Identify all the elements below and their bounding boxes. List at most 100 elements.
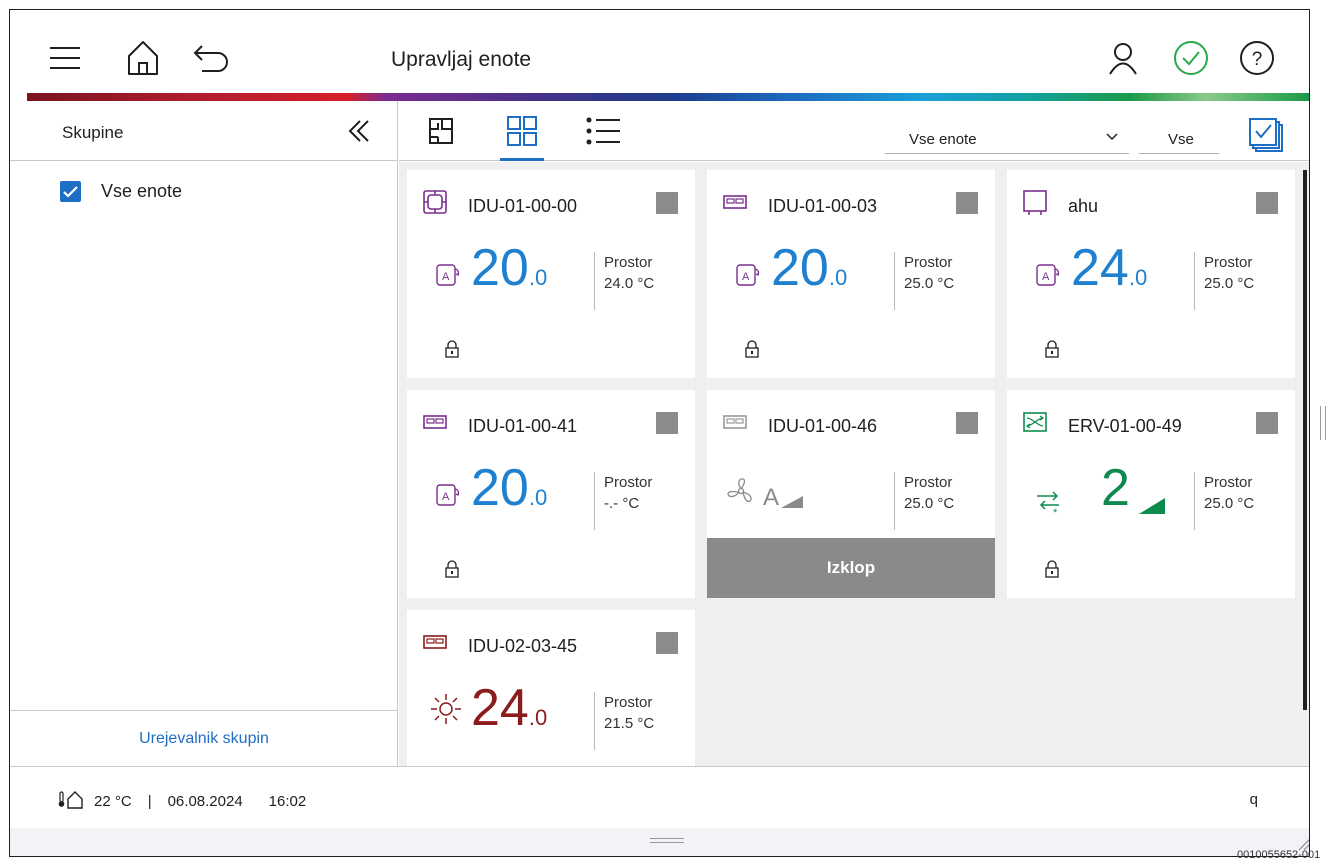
setpoint-decimal: .0 — [828, 265, 848, 290]
unit-card[interactable]: IDU-01-00-00 A 20 .0 Prostor 24.0 °C — [407, 170, 695, 378]
setpoint-display[interactable]: 20 .0 — [771, 238, 847, 298]
date: 06.08.2024 — [167, 792, 243, 810]
groups-sidebar: Skupine Vse enote Urejevalnik skupin — [10, 101, 398, 766]
app-header: Upravljaj enote ? — [10, 10, 1309, 101]
auto-mode-icon: A — [735, 262, 761, 288]
help-icon[interactable]: ? — [1237, 38, 1277, 78]
floorplan-view-icon[interactable] — [419, 111, 463, 151]
secondary-filter-select[interactable]: Vse — [1139, 121, 1219, 154]
room-temperature: Prostor 25.0 °C — [894, 252, 954, 310]
wall-unit-icon — [723, 190, 747, 214]
unit-card[interactable]: IDU-02-03-45 24 .0 Prostor 21.5 °C — [407, 610, 695, 766]
setpoint-value: 20 — [471, 459, 529, 517]
unit-select-box[interactable] — [656, 412, 678, 434]
setpoint-display[interactable]: 24 .0 — [471, 678, 547, 738]
menu-icon[interactable] — [45, 38, 85, 78]
setpoint-decimal: .0 — [528, 265, 548, 290]
unit-filter-select[interactable]: Vse enote — [885, 121, 1129, 154]
lock-icon — [1045, 340, 1059, 358]
unit-card[interactable]: ERV-01-00-49 * 2 Prostor 25.0 °C — [1007, 390, 1295, 598]
unit-name: IDU-02-03-45 — [468, 636, 578, 656]
room-temp-value: 24.0 °C — [604, 275, 655, 292]
drag-handle[interactable] — [650, 838, 684, 843]
auto-mode-icon: A — [435, 482, 461, 508]
unit-name: IDU-01-00-03 — [768, 196, 878, 216]
sidebar-title: Skupine — [62, 123, 124, 142]
setpoint-decimal: .0 — [528, 485, 548, 510]
back-icon[interactable] — [192, 38, 232, 78]
svg-text:*: * — [1053, 507, 1058, 516]
heat-mode-icon — [429, 692, 463, 731]
room-label: Prostor — [604, 694, 653, 711]
off-button[interactable]: Izklop — [707, 538, 995, 598]
svg-text:A: A — [1042, 271, 1050, 283]
fan-icon — [725, 476, 757, 511]
group-editor-link[interactable]: Urejevalnik skupin — [139, 730, 269, 748]
setpoint-display[interactable]: 20 .0 — [471, 458, 547, 518]
multi-select-icon[interactable] — [1247, 115, 1289, 157]
room-temperature: Prostor 25.0 °C — [894, 472, 954, 530]
group-item-all-units[interactable]: Vse enote — [60, 181, 182, 202]
room-temp-value: 25.0 °C — [1204, 275, 1255, 292]
unit-filter-value: Vse enote — [909, 131, 977, 148]
unit-select-box[interactable] — [656, 632, 678, 654]
room-label: Prostor — [604, 474, 653, 491]
wall-unit-icon — [423, 630, 447, 654]
status-info: 22 °C | 06.08.2024 16:02 — [58, 789, 306, 813]
setpoint-display[interactable]: 24 .0 — [1071, 238, 1147, 298]
unit-card[interactable]: IDU-01-00-46 A Prostor 25.0 °C Izklop — [707, 390, 995, 598]
room-label: Prostor — [904, 254, 953, 271]
list-view-icon[interactable] — [581, 111, 625, 151]
unit-select-box[interactable] — [1256, 412, 1278, 434]
grid-view-icon[interactable] — [500, 111, 544, 161]
unit-grid: IDU-01-00-00 A 20 .0 Prostor 24.0 °C IDU… — [399, 162, 1309, 766]
setpoint-value: 24 — [1071, 239, 1129, 297]
room-temp-value: 21.5 °C — [604, 715, 655, 732]
bottom-bar — [10, 828, 1309, 856]
fan-level-icon — [781, 494, 803, 513]
outdoor-temp-icon — [58, 789, 84, 813]
sidebar-footer: Urejevalnik skupin — [10, 710, 398, 766]
auto-mode-icon: A — [1035, 262, 1061, 288]
outdoor-temp: 22 °C — [94, 792, 132, 810]
lock-icon — [745, 340, 759, 358]
unit-select-box[interactable] — [956, 412, 978, 434]
cassette-4way-icon — [423, 190, 447, 214]
erv-level-icon — [1139, 498, 1165, 519]
unit-card[interactable]: IDU-01-00-03 A 20 .0 Prostor 25.0 °C — [707, 170, 995, 378]
lock-icon — [445, 340, 459, 358]
unit-select-box[interactable] — [1256, 192, 1278, 214]
status-ok-icon[interactable] — [1171, 38, 1211, 78]
home-icon[interactable] — [123, 38, 163, 78]
svg-text:A: A — [442, 271, 450, 283]
setpoint-decimal: .0 — [1128, 265, 1148, 290]
lock-icon — [445, 560, 459, 578]
vertical-scrollbar[interactable] — [1303, 170, 1307, 710]
room-temp-value: 25.0 °C — [904, 275, 955, 292]
room-label: Prostor — [1204, 254, 1253, 271]
room-label: Prostor — [1204, 474, 1253, 491]
unit-card[interactable]: ahu A 24 .0 Prostor 25.0 °C — [1007, 170, 1295, 378]
unit-card[interactable]: IDU-01-00-41 A 20 .0 Prostor -.- °C — [407, 390, 695, 598]
separator: | — [147, 792, 152, 810]
unit-name: IDU-01-00-41 — [468, 416, 578, 436]
app-window: Upravljaj enote ? Skupine Vse enote Urej… — [9, 9, 1310, 857]
room-temperature: Prostor 24.0 °C — [594, 252, 654, 310]
unit-select-box[interactable] — [956, 192, 978, 214]
erv-level-value[interactable]: 2 — [1101, 458, 1130, 518]
sidebar-header: Skupine — [10, 101, 397, 161]
fan-speed-label: A — [763, 484, 780, 511]
unit-select-box[interactable] — [656, 192, 678, 214]
view-toolbar: Vse enote Vse — [399, 101, 1309, 161]
brand-rainbow-bar — [27, 93, 1309, 101]
collapse-sidebar-icon[interactable] — [342, 114, 376, 148]
side-panel-handle[interactable] — [1320, 406, 1326, 440]
ahu-icon — [1023, 190, 1047, 215]
room-temp-value: 25.0 °C — [1204, 495, 1255, 512]
room-label: Prostor — [904, 474, 953, 491]
room-temperature: Prostor -.- °C — [594, 472, 652, 530]
user-icon[interactable] — [1103, 38, 1143, 78]
checkbox-checked-icon[interactable] — [60, 181, 81, 202]
setpoint-display[interactable]: 20 .0 — [471, 238, 547, 298]
setpoint-value: 20 — [771, 239, 829, 297]
